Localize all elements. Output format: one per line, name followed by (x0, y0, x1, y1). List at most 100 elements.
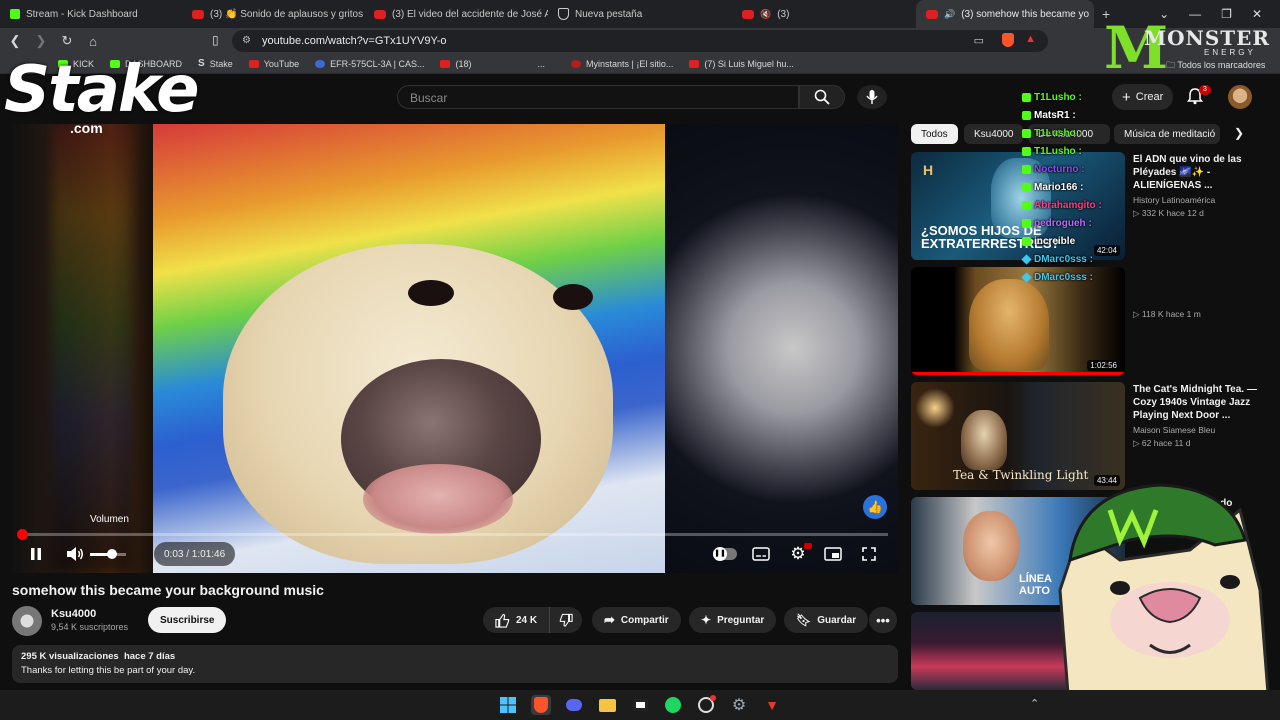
youtube-icon (926, 9, 938, 19)
home-icon[interactable]: ⌂ (82, 34, 104, 49)
kick-badge-icon (1022, 236, 1031, 246)
subtitles-button[interactable] (750, 544, 772, 564)
browser-tab-bar: Stream - Kick Dashboard (3) 👏 Sonido de … (0, 0, 1280, 28)
chevron-up-icon[interactable]: ⌃ (1030, 697, 1039, 710)
triangle-app-icon: ▼ (765, 697, 779, 713)
fullscreen-icon (862, 547, 876, 561)
search-input[interactable]: Buscar (397, 85, 799, 109)
youtube-icon (742, 9, 754, 19)
microphone-icon (866, 90, 878, 104)
taskbar-obs-app[interactable] (630, 695, 650, 715)
progress-bar[interactable] (22, 533, 888, 536)
related-title[interactable]: The Cat's Midnight Tea. — Cozy 1940s Vin… (1133, 383, 1265, 422)
taskbar-explorer[interactable] (597, 695, 617, 715)
dislike-button[interactable] (549, 607, 582, 633)
pause-icon (31, 548, 41, 560)
save-button[interactable]: 🔖︎ Guardar (784, 607, 869, 633)
video-frame-dog (153, 124, 665, 573)
subscribe-button[interactable]: Suscribirse (148, 607, 227, 633)
tab-muted[interactable]: 🔇 (3) (732, 0, 916, 28)
taskbar-triangle-app[interactable]: ▼ (762, 695, 782, 715)
chat-username: pedrogueh : (1034, 217, 1092, 229)
reload-icon[interactable]: ↻ (56, 33, 78, 49)
stake-icon: S (198, 58, 205, 69)
pause-button[interactable] (26, 544, 46, 564)
ask-button[interactable]: ✦ Preguntar (689, 607, 777, 633)
bookmark-18[interactable]: (18) (432, 59, 479, 69)
share-button[interactable]: ➦ Compartir (592, 607, 681, 633)
taskbar-brave[interactable] (531, 695, 551, 715)
youtube-icon (440, 59, 451, 68)
cast-icon[interactable]: ▭ (974, 34, 984, 47)
search-button[interactable] (799, 85, 845, 109)
chat-username: T1Lusho : (1034, 145, 1082, 157)
taskbar-spotify[interactable] (663, 695, 683, 715)
folder-icon: 🗀 (1166, 60, 1178, 70)
youtube-icon (689, 59, 700, 68)
tab-nueva-pestana[interactable]: Nueva pestaña (548, 0, 732, 28)
url-field[interactable]: ⚙ youtube.com/watch?v=GTx1UYV9Y-o ▭ ▲ (232, 30, 1048, 52)
like-button[interactable]: 24 K (483, 607, 549, 633)
channel-avatar[interactable] (12, 606, 42, 636)
forward-icon[interactable]: ❯ (30, 33, 52, 49)
bookmark-youtube[interactable]: YouTube (241, 59, 307, 69)
kick-badge-icon (1022, 110, 1031, 120)
chat-message: pedrogueh : (1022, 214, 1134, 232)
more-actions-button[interactable]: ••• (869, 607, 897, 633)
siamese-cat-figure (961, 410, 1007, 470)
chips-next-icon[interactable]: ❯ (1234, 126, 1244, 140)
app-icon (632, 699, 648, 711)
subtitles-icon (752, 547, 770, 561)
brave-shields-icon[interactable] (1002, 33, 1014, 47)
tab-current-video[interactable]: 🔊(3) somehow this became yo✕ (916, 0, 1094, 28)
taskbar-settings[interactable]: ⚙ (729, 695, 749, 715)
bookmark-icon[interactable]: ▯ (212, 33, 219, 47)
video-player[interactable]: Volumen 0:03 / 1:01:46 ❚❚ ⚙ 👍 (12, 124, 898, 573)
monster-energy-word: ENERGY (1204, 48, 1256, 57)
related-channel[interactable]: Maison Siamese Bleu (1133, 424, 1265, 436)
kick-icon (10, 9, 20, 19)
related-channel[interactable]: History Latinoamérica (1133, 194, 1265, 206)
volume-knob[interactable] (107, 549, 117, 559)
brave-shield-icon (558, 8, 569, 20)
channel-name[interactable]: Ksu4000 (51, 608, 96, 620)
description-box[interactable]: 295 K visualizaciones hace 7 días Thanks… (12, 645, 898, 683)
bookmark-luis-miguel[interactable]: (7) Si Luis Miguel hu... (681, 59, 802, 69)
tab-aplausos[interactable]: (3) 👏 Sonido de aplausos y gritos d (182, 0, 364, 28)
tab-accidente[interactable]: (3) El video del accidente de José Ar (364, 0, 548, 28)
back-icon[interactable]: ❮ (4, 33, 26, 49)
cat-saxophone-figure (969, 279, 1049, 371)
site-settings-icon[interactable]: ⚙ (242, 35, 251, 46)
mute-button[interactable] (64, 544, 86, 564)
voice-search-button[interactable] (857, 85, 887, 109)
share-arrow-icon: ➦ (604, 612, 615, 627)
chat-username: Abrahamgito : (1034, 199, 1102, 211)
bookmark-more[interactable]: ... (529, 59, 553, 69)
bookmark-myinstants[interactable]: Myinstants | ¡El sitio... (563, 59, 681, 69)
chip-ksu4000[interactable]: Ksu4000 (964, 124, 1024, 144)
miniplayer-button[interactable] (822, 544, 844, 564)
taskbar-chrome-app[interactable] (696, 695, 716, 715)
related-meta: ▷ 118 K hace 1 m (1133, 309, 1201, 319)
hd-badge (804, 543, 812, 549)
autoplay-toggle[interactable]: ❚❚ (712, 544, 738, 564)
settings-button[interactable]: ⚙ (786, 543, 812, 564)
start-button[interactable] (498, 695, 518, 715)
chip-todos[interactable]: Todos (911, 124, 958, 144)
volume-icon (67, 547, 83, 561)
fullscreen-button[interactable] (858, 544, 880, 564)
related-title[interactable]: El ADN que vino de las Pléyades 🌌✨ - ALI… (1133, 153, 1265, 192)
autoplay-toggle-icon: ❚❚ (713, 547, 737, 561)
kick-badge-icon (1022, 182, 1031, 192)
time-display: 0:03 / 1:01:46 (154, 542, 236, 566)
brave-rewards-icon[interactable]: ▲ (1025, 33, 1036, 45)
all-bookmarks[interactable]: 🗀 Todos los marcadores (1166, 58, 1265, 74)
progress-scrubber[interactable] (17, 529, 28, 540)
bookmark-casio[interactable]: EFR-575CL-3A | CAS... (307, 59, 432, 69)
description-text: Thanks for letting this be part of your … (21, 665, 196, 676)
diamond-badge-icon (1021, 271, 1032, 283)
account-avatar[interactable] (1228, 85, 1252, 109)
play-small-icon: ▷ (1133, 438, 1142, 448)
tab-kick-dashboard[interactable]: Stream - Kick Dashboard (0, 0, 182, 28)
taskbar-discord[interactable] (564, 695, 584, 715)
